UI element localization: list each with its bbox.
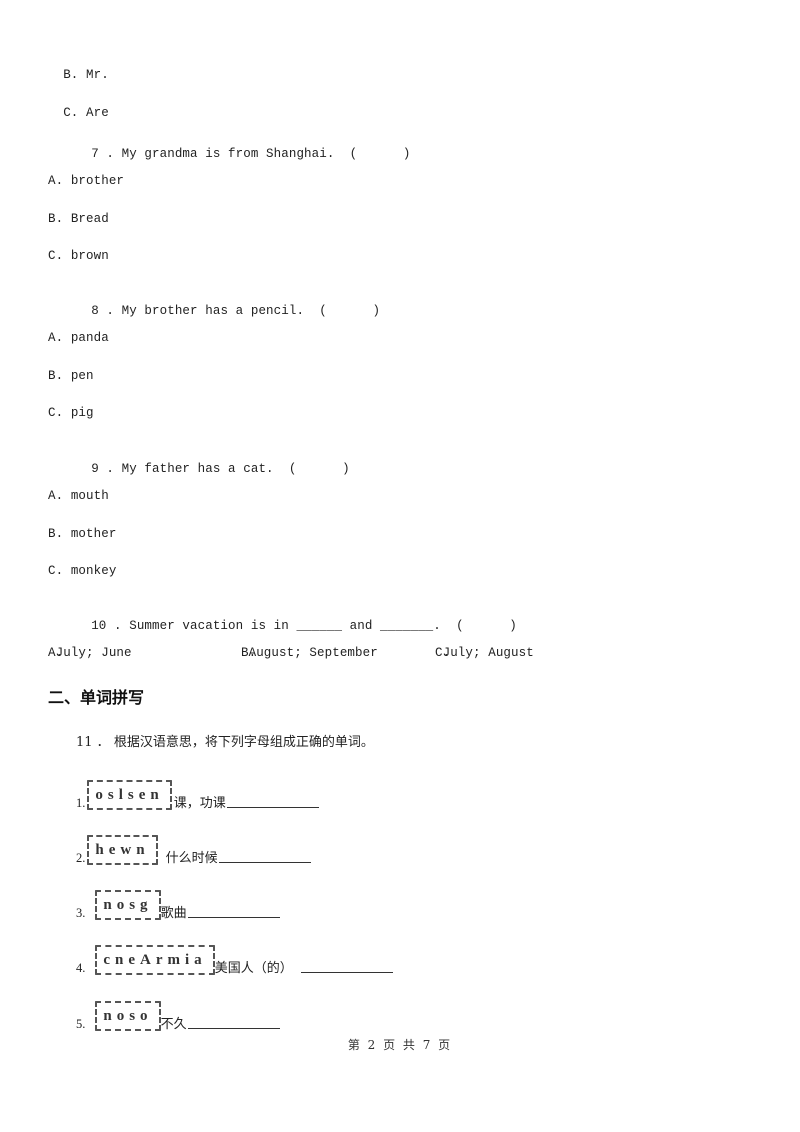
answer-blank[interactable] bbox=[187, 1028, 280, 1029]
option-8-C: C. pig bbox=[48, 406, 94, 420]
option-7-A: A. brother bbox=[48, 174, 124, 188]
answer-parenthesis[interactable]: ( ) bbox=[289, 462, 350, 476]
option-10-A: A. July; June bbox=[48, 646, 132, 660]
scrambled-letters-box: hewn bbox=[87, 835, 158, 865]
option-6-C: C. Are bbox=[48, 92, 109, 120]
question-instruction: 根据汉语意思，将下列字母组成正确的单词。 bbox=[113, 735, 374, 750]
question-text: My brother has a pencil. bbox=[121, 304, 305, 318]
spelling-item-2: 2. hewn 什么时候 bbox=[76, 822, 311, 866]
option-label: A. bbox=[48, 174, 64, 188]
option-label: C. bbox=[48, 249, 64, 263]
option-6-B: B. Mr. bbox=[48, 54, 109, 82]
option-label: A. bbox=[48, 331, 64, 345]
chinese-meaning: 不久 bbox=[160, 1017, 187, 1032]
option-7-B: B. Bread bbox=[48, 212, 109, 226]
answer-blank[interactable] bbox=[300, 972, 393, 973]
option-text: panda bbox=[70, 331, 109, 345]
option-text: pen bbox=[70, 369, 94, 383]
scrambled-letters-box: noso bbox=[95, 1001, 161, 1031]
option-text: mother bbox=[70, 527, 117, 541]
option-text: pig bbox=[70, 406, 94, 420]
item-number: 4. bbox=[76, 961, 86, 975]
spelling-item-5: 5. noso 不久 bbox=[76, 988, 280, 1032]
option-text: brown bbox=[70, 249, 109, 263]
option-text: July; June bbox=[55, 646, 132, 660]
answer-parenthesis[interactable]: ( ) bbox=[456, 619, 517, 633]
option-text: monkey bbox=[70, 564, 117, 578]
spelling-item-3: 3. nosg 歌曲 bbox=[76, 877, 280, 921]
question-9: 9 . My father has a cat. ( ) bbox=[91, 462, 350, 476]
chinese-meaning: 美国人（的） bbox=[214, 961, 293, 976]
option-9-C: C. monkey bbox=[48, 564, 116, 578]
option-label: B. bbox=[63, 68, 79, 82]
page-footer: 第 2 页 共 7 页 bbox=[347, 1038, 453, 1052]
chinese-meaning: 课，功课 bbox=[173, 796, 226, 811]
option-text: mouth bbox=[70, 489, 109, 503]
option-label: B. bbox=[48, 527, 64, 541]
chinese-meaning: 歌曲 bbox=[160, 906, 187, 921]
answer-blank[interactable] bbox=[187, 917, 280, 918]
option-label: C. bbox=[48, 406, 64, 420]
question-11: 11 ． 根据汉语意思，将下列字母组成正确的单词。 bbox=[76, 735, 374, 750]
question-number: 7 bbox=[91, 147, 99, 161]
answer-blank[interactable] bbox=[226, 807, 319, 808]
option-text: brother bbox=[70, 174, 125, 188]
section-heading: 二、单词拼写 bbox=[48, 688, 145, 707]
item-number: 2. bbox=[76, 851, 86, 865]
question-text: My father has a cat. bbox=[121, 462, 274, 476]
spelling-item-1: 1. oslsen 课，功课 bbox=[76, 767, 319, 811]
scrambled-letters-box: oslsen bbox=[87, 780, 172, 810]
option-label: B. bbox=[48, 212, 64, 226]
scrambled-letters-box: nosg bbox=[95, 890, 161, 920]
option-text: Mr. bbox=[86, 68, 109, 82]
option-10-B: B. August; September bbox=[241, 646, 378, 660]
question-10: 10 . Summer vacation is in ______ and __… bbox=[91, 619, 517, 633]
option-8-A: A. panda bbox=[48, 331, 109, 345]
item-number: 5. bbox=[76, 1017, 86, 1031]
scrambled-letters-box: cneArmia bbox=[95, 945, 215, 975]
option-label: C. bbox=[48, 564, 64, 578]
option-label: B. bbox=[48, 369, 64, 383]
answer-parenthesis[interactable]: ( ) bbox=[319, 304, 380, 318]
option-7-C: C. brown bbox=[48, 249, 109, 263]
answer-blank[interactable] bbox=[218, 862, 311, 863]
question-text: Summer vacation is in ______ and _______… bbox=[129, 619, 441, 633]
question-8: 8 . My brother has a pencil. ( ) bbox=[91, 304, 381, 318]
question-7: 7 . My grandma is from Shanghai. ( ) bbox=[91, 147, 411, 161]
spelling-item-4: 4. cneArmia 美国人（的） bbox=[76, 932, 393, 976]
question-text: My grandma is from Shanghai. bbox=[121, 147, 335, 161]
option-9-A: A. mouth bbox=[48, 489, 109, 503]
option-text: Are bbox=[86, 106, 109, 120]
option-9-B: B. mother bbox=[48, 527, 116, 541]
answer-parenthesis[interactable]: ( ) bbox=[350, 147, 411, 161]
question-number: 11 bbox=[76, 735, 93, 750]
question-number: 8 bbox=[91, 304, 99, 318]
item-number: 3. bbox=[76, 906, 86, 920]
chinese-meaning: 什么时候 bbox=[165, 851, 218, 866]
option-8-B: B. pen bbox=[48, 369, 94, 383]
option-label: A. bbox=[48, 489, 64, 503]
question-number: 10 bbox=[91, 619, 107, 633]
option-text: July; August bbox=[442, 646, 534, 660]
option-label: C. bbox=[63, 106, 79, 120]
question-number: 9 bbox=[91, 462, 99, 476]
option-text: Bread bbox=[70, 212, 109, 226]
option-10-C: C. July; August bbox=[435, 646, 534, 660]
item-number: 1. bbox=[76, 796, 86, 810]
option-text: August; September bbox=[248, 646, 378, 660]
